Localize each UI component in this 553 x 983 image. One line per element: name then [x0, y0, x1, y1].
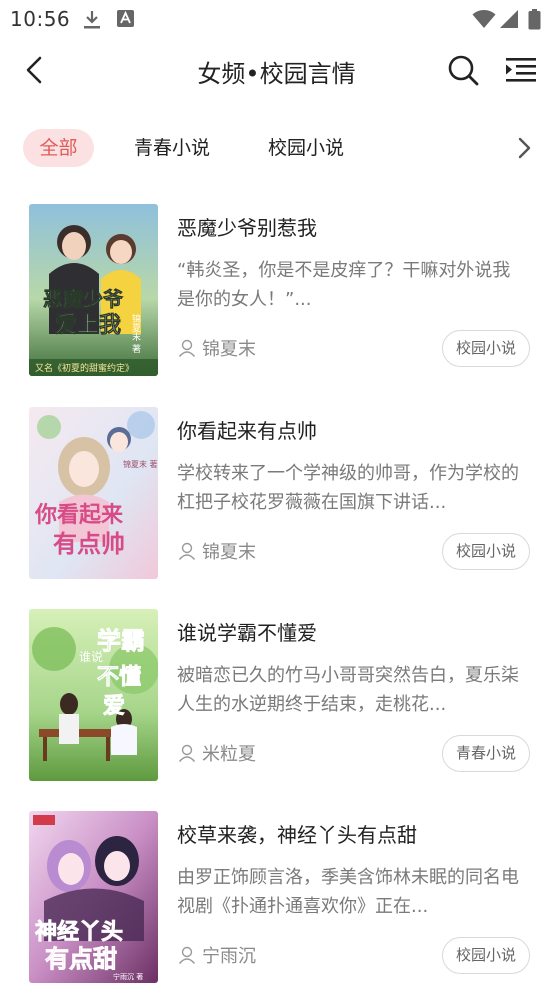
book-item[interactable]: 你看起来 有点帅 锦夏末 著 你看起来有点帅 学校转来了一个学神级的帅哥，作为学… [0, 407, 553, 587]
cover-author: 宁雨沉 著 [113, 972, 143, 981]
chevron-right-icon [518, 137, 531, 159]
cover-author: 锦夏末 著 [123, 459, 158, 469]
category-tag[interactable]: 校园小说 [442, 533, 530, 570]
book-author: 宁雨沉 [177, 941, 256, 969]
tabs-more-button[interactable] [510, 134, 538, 162]
search-icon [448, 55, 479, 86]
book-cover[interactable]: 你看起来 有点帅 锦夏末 著 [29, 407, 158, 579]
status-bar: 10:56 [0, 0, 553, 38]
cover-title-prefix: 谁说 [79, 649, 103, 664]
book-cover[interactable]: 神经丫头 有点甜 宁雨沉 著 [29, 811, 158, 983]
book-description: “韩炎圣，你是不是皮痒了？干嘛对外说我是你的女人！”... [177, 260, 511, 310]
author-name: 宁雨沉 [202, 946, 256, 967]
search-button[interactable] [445, 52, 481, 88]
cover-title-line3: 爱 [103, 693, 125, 719]
download-icon [82, 9, 102, 35]
menu-button[interactable] [502, 52, 540, 88]
app-notification-icon [116, 9, 135, 32]
cover-title-line2: 有点甜 [45, 944, 117, 973]
book-item[interactable]: 学霸 不懂 爱 谁说 谁说学霸不懂爱 被暗恋已久的竹马小哥哥突然告白，夏乐柒人生… [0, 609, 553, 789]
status-time: 10:56 [10, 7, 71, 31]
signal-icon [500, 9, 519, 33]
author-name: 米粒夏 [202, 744, 256, 765]
cover-title-line1: 学霸 [97, 626, 145, 655]
cover-title-line2: 有点帅 [53, 529, 125, 558]
cover-title-line1: 恶魔少爷 [43, 287, 124, 311]
book-cover[interactable]: 恶魔少爷 爱上我 又名《初夏的甜蜜约定》 锦夏末 著 [29, 204, 158, 376]
cover-subtitle: 又名《初夏的甜蜜约定》 [35, 362, 134, 374]
book-title[interactable]: 恶魔少爷别惹我 [177, 212, 317, 241]
book-author: 锦夏末 [177, 537, 256, 565]
book-author: 锦夏末 [177, 334, 256, 362]
category-tag[interactable]: 青春小说 [442, 735, 530, 772]
book-author: 米粒夏 [177, 739, 256, 767]
list-menu-icon [506, 58, 536, 82]
book-item[interactable]: 神经丫头 有点甜 宁雨沉 著 校草来袭，神经丫头有点甜 由罗正饰顾言洛，季美含饰… [0, 811, 553, 983]
book-description: 被暗恋已久的竹马小哥哥突然告白，夏乐柒人生的水逆期终于结束，走桃花... [177, 665, 519, 715]
category-tag[interactable]: 校园小说 [442, 937, 530, 974]
book-description: 学校转来了一个学神级的帅哥，作为学校的杠把子校花罗薇薇在国旗下讲话... [177, 463, 519, 513]
book-title[interactable]: 谁说学霸不懂爱 [177, 617, 317, 646]
user-icon [178, 542, 196, 560]
battery-icon [528, 9, 541, 34]
book-title[interactable]: 你看起来有点帅 [177, 415, 317, 444]
user-icon [178, 339, 196, 357]
book-description: 由罗正饰顾言洛，季美含饰林未眠的同名电视剧《扑通扑通喜欢你》正在... [177, 867, 519, 917]
cover-title-line2: 爱上我 [55, 313, 121, 338]
category-tabs: 全部 青春小说 校园小说 [0, 126, 553, 170]
tab-all[interactable]: 全部 [23, 129, 94, 167]
user-icon [178, 946, 196, 964]
category-tag[interactable]: 校园小说 [442, 330, 530, 367]
book-title[interactable]: 校草来袭，神经丫头有点甜 [177, 819, 417, 848]
author-name: 锦夏末 [202, 542, 256, 563]
app-header: 女频•校园言情 [0, 38, 553, 102]
cover-title-line1: 神经丫头 [35, 919, 123, 945]
wifi-icon [472, 9, 496, 33]
user-icon [178, 744, 196, 762]
author-name: 锦夏末 [202, 339, 256, 360]
cover-title-line2: 不懂 [97, 664, 141, 690]
cover-author: 锦夏末 著 [130, 313, 141, 353]
tab-campus-novel[interactable]: 校园小说 [258, 129, 354, 167]
book-cover[interactable]: 学霸 不懂 爱 谁说 [29, 609, 158, 781]
tab-youth-novel[interactable]: 青春小说 [124, 129, 220, 167]
cover-title-line1: 你看起来 [34, 502, 124, 528]
book-item[interactable]: 恶魔少爷 爱上我 又名《初夏的甜蜜约定》 锦夏末 著 恶魔少爷别惹我 “韩炎圣，… [0, 204, 553, 384]
